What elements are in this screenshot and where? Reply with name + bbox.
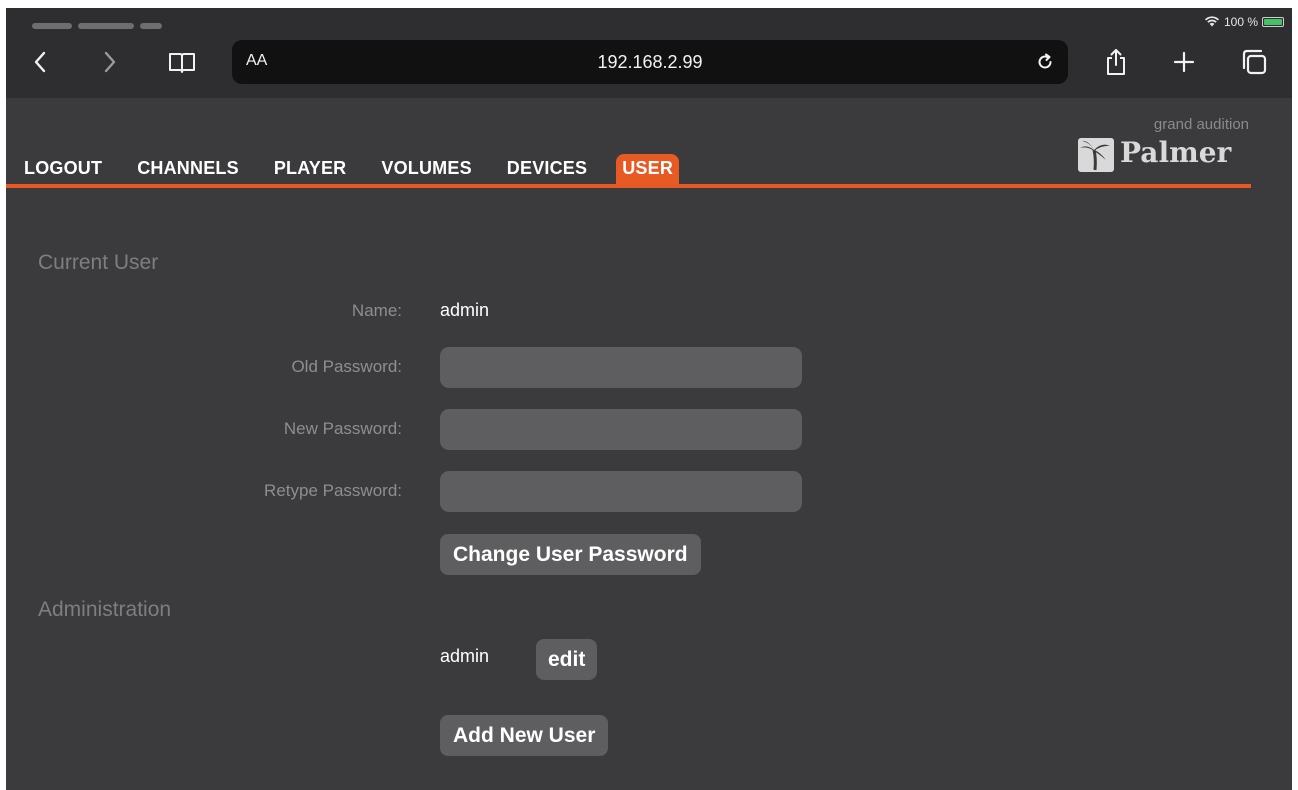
nav-player[interactable]: PLAYER xyxy=(274,154,347,184)
name-label: Name: xyxy=(351,301,402,320)
add-new-user-button[interactable]: Add New User xyxy=(440,715,609,756)
browser-window: 100 % AA 192.168.2.99 grand audition Pal… xyxy=(6,8,1292,790)
main-nav: LOGOUT CHANNELS PLAYER VOLUMES DEVICES U… xyxy=(24,154,680,184)
status-carrier-placeholder xyxy=(32,17,192,29)
admin-user-name: admin xyxy=(440,646,490,666)
retype-password-label: Retype Password: xyxy=(264,481,402,500)
book-icon[interactable] xyxy=(164,44,200,80)
browser-toolbar: AA 192.168.2.99 xyxy=(6,36,1292,98)
tabs-icon[interactable] xyxy=(1236,44,1272,80)
battery-icon xyxy=(1262,17,1284,27)
chevron-right-icon[interactable] xyxy=(92,44,128,80)
address-bar[interactable]: AA 192.168.2.99 xyxy=(232,40,1068,84)
status-right: 100 % xyxy=(1204,14,1284,30)
battery-percent: 100 % xyxy=(1223,15,1258,29)
retype-password-field[interactable] xyxy=(440,471,802,512)
logo-subtitle: grand audition xyxy=(1153,116,1249,133)
plus-icon[interactable] xyxy=(1166,44,1202,80)
status-bar: 100 % xyxy=(6,8,1292,36)
nav-channels[interactable]: CHANNELS xyxy=(137,154,239,184)
new-password-label: New Password: xyxy=(283,419,402,438)
change-password-button[interactable]: Change User Password xyxy=(440,534,701,575)
reload-icon[interactable] xyxy=(1030,47,1060,77)
administration-title: Administration xyxy=(38,598,172,621)
old-password-field[interactable] xyxy=(440,347,802,388)
nav-devices[interactable]: DEVICES xyxy=(507,154,587,184)
page-content: grand audition Palmer LOGOUT CHANNELS PL… xyxy=(6,98,1292,790)
old-password-label: Old Password: xyxy=(291,357,402,376)
nav-volumes[interactable]: VOLUMES xyxy=(381,154,471,184)
edit-user-button[interactable]: edit xyxy=(536,639,598,680)
nav-user[interactable]: USER xyxy=(616,154,680,184)
nav-logout[interactable]: LOGOUT xyxy=(24,154,102,184)
palm-tree-icon xyxy=(1078,138,1114,172)
nav-underline xyxy=(6,184,1251,188)
new-password-field[interactable] xyxy=(440,409,802,450)
current-user-name: admin xyxy=(440,300,490,320)
current-user-title: Current User xyxy=(38,251,159,274)
battery-fill xyxy=(1264,19,1282,25)
url-text[interactable]: 192.168.2.99 xyxy=(232,52,1068,73)
chevron-left-icon[interactable] xyxy=(22,44,58,80)
palmer-logo: grand audition Palmer xyxy=(1078,116,1253,178)
wifi-icon xyxy=(1204,15,1220,30)
logo-brand: Palmer xyxy=(1120,136,1232,169)
share-icon[interactable] xyxy=(1098,44,1134,80)
